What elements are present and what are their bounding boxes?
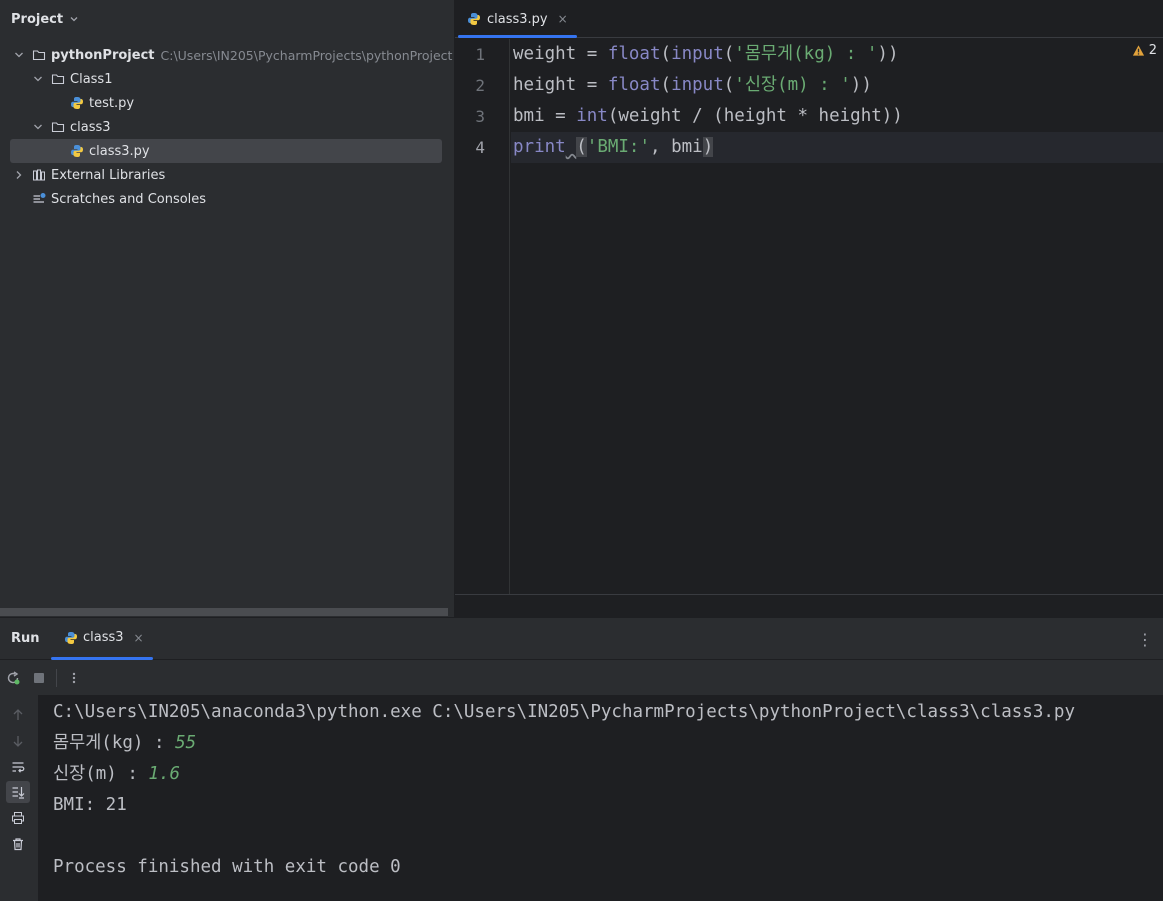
console-user-input: 1.6 — [148, 764, 181, 784]
chevron-down-icon[interactable] — [33, 122, 43, 132]
line-number: 4 — [475, 138, 485, 157]
run-title[interactable]: Run — [11, 631, 40, 646]
python-file-icon — [65, 631, 77, 644]
tree-item-label: pythonProject — [51, 47, 155, 63]
console-result: BMI: 21 — [53, 795, 127, 815]
soft-wrap-button[interactable] — [6, 756, 30, 778]
line-number-gutter: 1 2 3 4 — [455, 39, 510, 594]
scroll-to-end-icon — [12, 787, 25, 799]
console-prompt: 신장(m) : — [53, 764, 149, 784]
run-toolbar — [0, 661, 1163, 695]
chevron-down-icon[interactable] — [33, 74, 43, 84]
rerun-icon — [7, 671, 20, 685]
project-path: C:\Users\IN205\PycharmProjects\pythonPro… — [160, 47, 453, 63]
code-editor[interactable]: class3.py × 1 2 3 4 weight = float(input… — [455, 0, 1163, 617]
run-tab-label: class3 — [83, 630, 124, 645]
code-line-4[interactable]: print ('BMI:', bmi) — [513, 132, 714, 163]
tree-item-scratches[interactable]: Scratches and Consoles — [0, 187, 454, 211]
folder-icon — [51, 74, 65, 85]
tree-item-test-py[interactable]: test.py — [0, 91, 454, 115]
library-icon — [33, 169, 45, 181]
line-number: 3 — [475, 107, 485, 126]
tree-item-label: test.py — [89, 95, 135, 111]
active-tab-indicator — [51, 657, 153, 660]
warning-count: 2 — [1148, 43, 1157, 58]
close-icon[interactable]: × — [134, 631, 144, 645]
console-exit-message: Process finished with exit code 0 — [53, 857, 401, 877]
console-command-line: C:\Users\IN205\anaconda3\python.exe C:\U… — [53, 702, 1075, 722]
print-icon — [12, 812, 24, 824]
python-file-icon — [71, 145, 83, 157]
more-options-icon[interactable]: ⋮ — [1137, 630, 1153, 649]
close-icon[interactable]: × — [558, 12, 568, 26]
scroll-to-end-button[interactable] — [6, 781, 30, 803]
scroll-up-button[interactable] — [6, 704, 30, 726]
tree-item-label: Scratches and Consoles — [51, 191, 207, 207]
python-file-icon — [468, 13, 480, 25]
stop-icon — [34, 673, 44, 683]
tree-item-class3-folder[interactable]: class3 — [0, 115, 454, 139]
chevron-down-icon[interactable] — [69, 14, 79, 24]
code-area[interactable]: weight = float(input('몸무게(kg) : ')) heig… — [513, 39, 1163, 594]
horizontal-scrollbar[interactable] — [0, 608, 448, 616]
console-line: 몸무게(kg) : 55 — [53, 728, 196, 759]
trash-icon — [13, 838, 23, 851]
console-output[interactable]: C:\Users\IN205\anaconda3\python.exe C:\U… — [38, 695, 1163, 901]
tab-label: class3.py — [487, 11, 548, 27]
tree-item-class3-py[interactable]: class3.py — [10, 139, 442, 163]
scratches-icon — [33, 193, 46, 203]
soft-wrap-icon — [12, 762, 25, 773]
console-prompt: 몸무게(kg) : — [53, 733, 176, 753]
tree-item-label: class3 — [70, 119, 111, 135]
tree-item-class1[interactable]: Class1 — [0, 67, 454, 91]
tree-item-label: Class1 — [70, 71, 113, 87]
python-file-icon — [71, 97, 83, 109]
console-line: 신장(m) : 1.6 — [53, 759, 180, 790]
project-header[interactable]: Project — [0, 0, 454, 38]
tree-item-pythonproject[interactable]: pythonProject C:\Users\IN205\PycharmProj… — [0, 43, 454, 67]
run-tool-window: Run class3 × ⋮ C:\Users\IN205\anaconda3\… — [0, 617, 1163, 901]
inspection-widget[interactable]: 2 — [1132, 43, 1157, 58]
run-tab-class3[interactable]: class3 × — [64, 630, 144, 645]
folder-icon — [51, 122, 65, 133]
code-line-3[interactable]: bmi = int(weight / (height * height)) — [513, 101, 903, 132]
project-title[interactable]: Project — [11, 12, 63, 27]
chevron-right-icon[interactable] — [14, 170, 24, 180]
tree-item-label: class3.py — [89, 143, 150, 159]
editor-tab-bar: class3.py × — [455, 0, 1163, 38]
folder-icon — [32, 50, 46, 61]
tree-item-label: External Libraries — [51, 167, 166, 183]
arrow-up-icon — [13, 709, 23, 720]
arrow-down-icon — [13, 736, 23, 747]
active-tab-indicator — [458, 35, 577, 38]
project-panel: Project pythonProject C:\Users\IN205\Pyc… — [0, 0, 454, 617]
line-number: 2 — [475, 76, 485, 95]
toolbar-more-button[interactable] — [61, 665, 87, 691]
editor-bottom-border — [455, 594, 1163, 595]
line-number: 1 — [475, 45, 485, 64]
toolbar-separator — [56, 669, 57, 687]
code-line-1[interactable]: weight = float(input('몸무게(kg) : ')) — [513, 39, 899, 70]
run-side-toolbar — [0, 695, 38, 901]
rerun-button[interactable] — [0, 665, 26, 691]
clear-all-button[interactable] — [6, 833, 30, 855]
print-button[interactable] — [6, 807, 30, 829]
more-vertical-icon — [72, 672, 76, 684]
tree-item-external-libraries[interactable]: External Libraries — [0, 163, 454, 187]
warning-icon — [1132, 45, 1144, 56]
stop-button[interactable] — [26, 665, 52, 691]
code-line-2[interactable]: height = float(input('신장(m) : ')) — [513, 70, 872, 101]
chevron-down-icon[interactable] — [14, 50, 24, 60]
scroll-down-button[interactable] — [6, 730, 30, 752]
tab-class3-py[interactable]: class3.py × — [455, 0, 577, 38]
run-header: Run class3 × ⋮ — [0, 618, 1163, 660]
console-user-input: 55 — [175, 733, 197, 753]
